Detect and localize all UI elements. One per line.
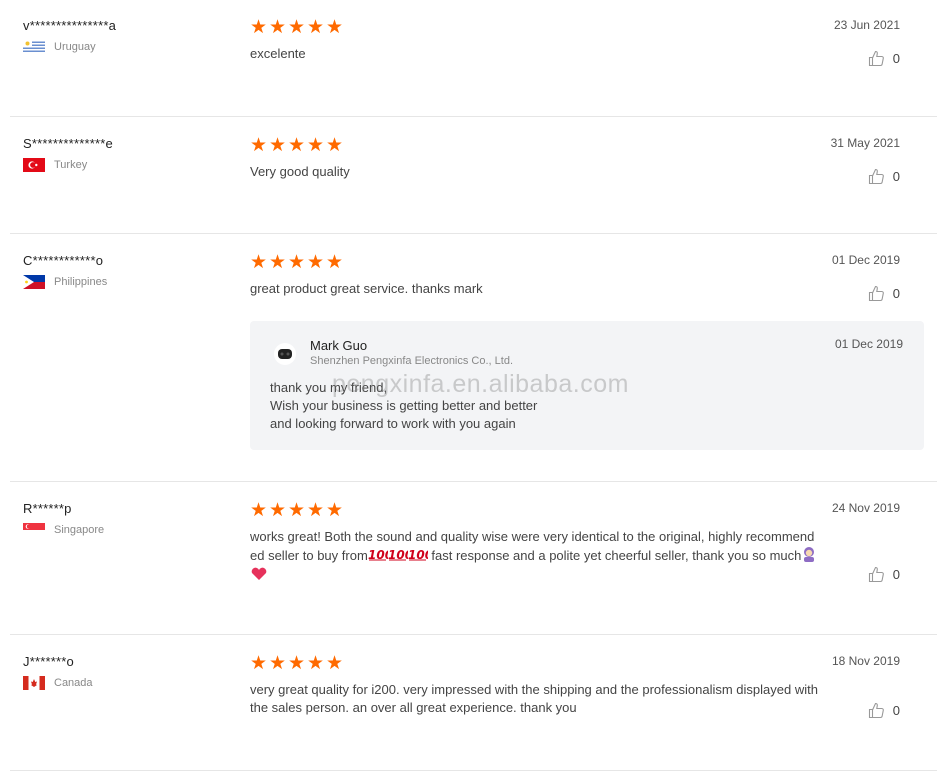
review-content: ★ ★ ★ ★ ★ works great! Both the sound and qu… bbox=[250, 501, 820, 586]
country-name: Canada bbox=[54, 677, 93, 689]
svg-text:100: 100 bbox=[388, 548, 408, 561]
thumbs-up-icon bbox=[868, 50, 884, 67]
reviewer-info: J*******o Canada bbox=[23, 654, 93, 690]
country-name: Singapore bbox=[54, 524, 105, 536]
reviewer-country: Singapore bbox=[23, 523, 104, 537]
like-button[interactable]: 0 bbox=[868, 566, 900, 583]
star-rating: ★ ★ ★ ★ ★ bbox=[250, 135, 344, 156]
singapore-flag-icon bbox=[23, 523, 45, 537]
reply-line: thank you my friend, bbox=[270, 380, 388, 395]
philippines-flag-icon bbox=[23, 275, 45, 289]
thumbs-up-icon bbox=[868, 702, 884, 719]
review-date: 24 Nov 2019 bbox=[831, 501, 900, 515]
review-text: great product great service. thanks mark bbox=[250, 281, 483, 296]
person-bowing-emoji-icon bbox=[801, 546, 817, 567]
star-rating: ★ ★ ★ ★ ★ bbox=[250, 653, 344, 674]
review-content: ★ ★ ★ ★ ★ Very good quality bbox=[250, 136, 820, 181]
review-date: 01 Dec 2019 bbox=[831, 253, 900, 267]
reviewer-name: S**************e bbox=[23, 136, 113, 151]
like-button[interactable]: 0 bbox=[868, 50, 900, 67]
review-content: ★ ★ ★ ★ ★ excelente bbox=[250, 18, 820, 63]
review-date: 18 Nov 2019 bbox=[831, 654, 900, 668]
review-content: ★ ★ ★ ★ ★ great product great service. thank… bbox=[250, 253, 820, 298]
svg-text:100: 100 bbox=[408, 548, 428, 561]
reviewer-name: v***************a bbox=[23, 18, 117, 33]
reviewer-country: Uruguay bbox=[23, 40, 116, 54]
seller-name: Mark Guo bbox=[310, 338, 368, 353]
star-rating: ★ ★ ★ ★ ★ bbox=[250, 252, 344, 273]
review-item: C************o Philippines ★ ★ ★ ★ ★ great p… bbox=[10, 253, 937, 482]
reviewer-name: C************o bbox=[23, 253, 104, 268]
uruguay-flag-icon bbox=[23, 40, 45, 54]
thumbs-up-icon bbox=[868, 285, 884, 302]
like-count: 0 bbox=[892, 286, 900, 301]
earbuds-icon bbox=[278, 349, 292, 359]
like-count: 0 bbox=[892, 703, 900, 718]
reviewer-info: C************o Philippines bbox=[23, 253, 107, 289]
hearts-emoji-icon bbox=[250, 567, 268, 586]
like-button[interactable]: 0 bbox=[868, 168, 900, 185]
country-name: Turkey bbox=[54, 159, 88, 171]
thumbs-up-icon bbox=[868, 566, 884, 583]
reviewer-country: Turkey bbox=[23, 158, 113, 172]
canada-flag-icon bbox=[23, 676, 45, 690]
review-text: Very good quality bbox=[250, 164, 350, 179]
review-item: J*******o Canada ★ ★ ★ ★ ★ very great qualit… bbox=[10, 654, 937, 771]
reviewer-info: v***************a Uruguay bbox=[23, 18, 116, 54]
reviewer-name: J*******o bbox=[23, 654, 74, 669]
review-text: very great quality for i200. very impres… bbox=[250, 682, 818, 715]
reply-line: Wish your business is getting better and… bbox=[270, 398, 538, 413]
reviewer-name: R******p bbox=[23, 501, 72, 516]
seller-logo bbox=[274, 343, 296, 365]
like-button[interactable]: 0 bbox=[868, 285, 900, 302]
hundred-points-emoji-icon: 100 bbox=[368, 547, 393, 566]
star-rating: ★ ★ ★ ★ ★ bbox=[250, 17, 344, 38]
hundred-points-emoji-icon: 100 bbox=[388, 547, 413, 566]
reply-date: 01 Dec 2019 bbox=[834, 337, 903, 351]
turkey-flag-icon bbox=[23, 158, 45, 172]
review-date: 31 May 2021 bbox=[830, 136, 900, 150]
reply-line: and looking forward to work with you aga… bbox=[270, 416, 516, 431]
like-count: 0 bbox=[892, 169, 900, 184]
review-date: 23 Jun 2021 bbox=[833, 18, 900, 32]
thumbs-up-icon bbox=[868, 168, 884, 185]
country-name: Uruguay bbox=[54, 41, 96, 53]
like-count: 0 bbox=[892, 51, 900, 66]
star-rating: ★ ★ ★ ★ ★ bbox=[250, 500, 344, 521]
hundred-points-emoji-icon: 100 bbox=[408, 547, 433, 566]
like-button[interactable]: 0 bbox=[868, 702, 900, 719]
svg-text:100: 100 bbox=[368, 548, 388, 561]
review-text-part: fast response and a polite yet cheerful … bbox=[427, 547, 802, 563]
review-content: ★ ★ ★ ★ ★ very great quality for i200. very … bbox=[250, 654, 820, 717]
like-count: 0 bbox=[892, 567, 900, 582]
review-item: R******p Singapore ★ ★ ★ ★ ★ works great! Bo… bbox=[10, 501, 937, 635]
seller-reply: Mark Guo Shenzhen Pengxinfa Electronics … bbox=[250, 321, 924, 450]
reviewer-country: Philippines bbox=[23, 275, 107, 289]
reply-text: thank you my friend, Wish your business … bbox=[270, 379, 537, 433]
reviewer-country: Canada bbox=[23, 676, 93, 690]
reviewer-info: S**************e Turkey bbox=[23, 136, 113, 172]
seller-company: Shenzhen Pengxinfa Electronics Co., Ltd. bbox=[310, 355, 514, 367]
review-item: S**************e Turkey ★ ★ ★ ★ ★ Very good … bbox=[10, 136, 937, 234]
country-name: Philippines bbox=[54, 276, 108, 288]
reviewer-info: R******p Singapore bbox=[23, 501, 104, 537]
review-text: works great! Both the sound and quality … bbox=[250, 528, 820, 586]
review-item: v***************a Uruguay ★ ★ ★ ★ ★ excelent… bbox=[10, 18, 937, 117]
review-text: excelente bbox=[250, 46, 306, 61]
